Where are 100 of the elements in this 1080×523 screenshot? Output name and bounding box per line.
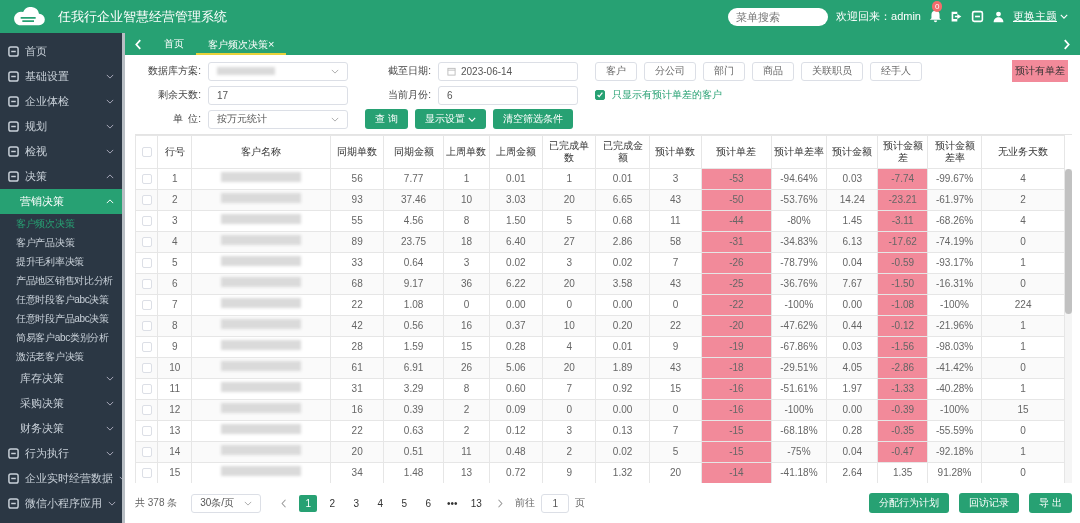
page-button[interactable]: 2 xyxy=(323,494,342,512)
menu-icon xyxy=(8,71,19,82)
month-field[interactable]: 6 xyxy=(438,85,578,105)
unit-select[interactable]: 按万元统计 xyxy=(208,109,348,129)
sidebar-link[interactable]: 提升毛利率决策 xyxy=(0,252,122,271)
sidebar-item[interactable]: 决策 xyxy=(0,164,122,189)
sidebar-link[interactable]: 客户频次决策 xyxy=(0,214,122,233)
page-button[interactable]: 3 xyxy=(347,494,366,512)
dimension-button[interactable]: 关联职员 xyxy=(801,61,863,81)
table-cell: 4 xyxy=(981,210,1065,232)
table-cell: 0.28 xyxy=(489,336,543,358)
table-cell: 1.08 xyxy=(383,294,444,316)
row-checkbox[interactable] xyxy=(141,237,152,248)
dimension-button[interactable]: 商品 xyxy=(752,61,794,81)
table-cell: -100% xyxy=(927,294,982,316)
row-checkbox[interactable] xyxy=(141,363,152,374)
scheme-select[interactable] xyxy=(208,61,348,81)
menu-search-field[interactable]: 菜单搜索 xyxy=(728,7,829,26)
row-checkbox[interactable] xyxy=(141,384,152,395)
row-checkbox[interactable] xyxy=(141,300,152,311)
dimension-button[interactable]: 部门 xyxy=(703,61,745,81)
row-checkbox[interactable] xyxy=(141,468,152,479)
dimension-button[interactable]: 经手人 xyxy=(870,61,922,81)
page-size-select[interactable]: 30条/页 xyxy=(191,493,262,513)
table-cell: -99.67% xyxy=(927,168,982,190)
table-cell: 0.12 xyxy=(489,420,543,442)
page-button[interactable]: ••• xyxy=(443,494,462,512)
sidebar-link[interactable]: 任意时段产品abc决策 xyxy=(0,309,122,328)
logout-icon[interactable] xyxy=(950,10,963,23)
fullscreen-icon[interactable] xyxy=(971,10,984,23)
sidebar-item[interactable]: 财务决策 xyxy=(0,416,122,441)
table-cell: 0 xyxy=(542,294,596,316)
row-checkbox[interactable] xyxy=(141,258,152,269)
page-unit: 页 xyxy=(575,496,586,510)
column-header: 上周金额 xyxy=(489,135,543,169)
column-header: 上周单数 xyxy=(443,135,490,169)
row-checkbox[interactable] xyxy=(141,426,152,437)
sidebar-item[interactable]: 企业实时经营数据 xyxy=(0,466,122,491)
field-label: 单 位: xyxy=(171,112,201,126)
select-all-checkbox[interactable] xyxy=(141,147,152,158)
column-header: 已完成金额 xyxy=(595,135,650,169)
row-checkbox[interactable] xyxy=(141,321,152,332)
table-cell: 7.77 xyxy=(383,168,444,190)
sidebar-item[interactable]: 规划 xyxy=(0,114,122,139)
table-cell: 5 xyxy=(157,252,192,274)
table-cell: 1.97 xyxy=(826,378,878,400)
table-cell: 0.03 xyxy=(826,168,878,190)
sidebar-item[interactable]: 微信小程序应用 xyxy=(0,491,122,516)
table-cell: 0.68 xyxy=(595,210,650,232)
table-cell: -68.18% xyxy=(771,420,827,442)
table-cell: -80% xyxy=(771,210,827,232)
page-number-field[interactable]: 1 xyxy=(541,493,570,513)
sidebar-item[interactable]: 基础设置 xyxy=(0,64,122,89)
table-cell: 0 xyxy=(981,420,1065,442)
table-cell: 5 xyxy=(542,210,596,232)
sidebar-link[interactable]: 产品地区销售对比分析 xyxy=(0,271,122,290)
sidebar-item[interactable]: 企业体检 xyxy=(0,89,122,114)
sidebar-link[interactable]: 简易客户abc类别分析 xyxy=(0,328,122,347)
dimension-button[interactable]: 分公司 xyxy=(644,61,696,81)
menu-icon xyxy=(8,498,19,509)
row-checkbox[interactable] xyxy=(141,447,152,458)
sidebar-item[interactable]: 行为执行 xyxy=(0,441,122,466)
sidebar-item[interactable]: 首页 xyxy=(0,39,122,64)
next-page-icon[interactable] xyxy=(497,498,504,508)
prev-page-icon[interactable] xyxy=(281,498,288,508)
sidebar-link[interactable]: 激活老客户决策 xyxy=(0,347,122,366)
row-checkbox[interactable] xyxy=(141,216,152,227)
column-header: 同期单数 xyxy=(330,135,384,169)
table-cell: 3 xyxy=(542,420,596,442)
row-checkbox[interactable] xyxy=(141,195,152,206)
column-header: 预计金额差率 xyxy=(927,135,982,169)
table-cell: 0.00 xyxy=(489,294,543,316)
dimension-button[interactable]: 客户 xyxy=(595,61,637,81)
row-checkbox[interactable] xyxy=(141,405,152,416)
row-checkbox[interactable] xyxy=(141,174,152,185)
bell-icon[interactable] xyxy=(929,10,942,23)
sidebar-item[interactable]: 检视 xyxy=(0,139,122,164)
table-cell: -67.86% xyxy=(771,336,827,358)
sidebar-item[interactable]: 库存决策 xyxy=(0,366,122,391)
table-cell: 3 xyxy=(443,252,490,274)
page-button[interactable]: 13 xyxy=(467,494,486,512)
table-cell: 7 xyxy=(542,378,596,400)
app-title: 任我行企业智慧经营管理系统 xyxy=(58,7,227,26)
checkbox[interactable] xyxy=(595,90,605,100)
cloud-logo-icon xyxy=(12,6,46,27)
page-button[interactable]: 4 xyxy=(371,494,390,512)
sidebar-item[interactable]: 采购决策 xyxy=(0,391,122,416)
user-icon[interactable] xyxy=(992,10,1005,23)
sidebar-link[interactable]: 客户产品决策 xyxy=(0,233,122,252)
scrollbar-thumb[interactable] xyxy=(1065,169,1072,314)
sidebar-link[interactable]: 任意时段客户abc决策 xyxy=(0,290,122,309)
row-checkbox[interactable] xyxy=(141,279,152,290)
table-cell: 31 xyxy=(330,378,384,400)
page-button[interactable]: 5 xyxy=(395,494,414,512)
days-field[interactable]: 17 xyxy=(208,85,348,105)
column-header: 预计金额差 xyxy=(878,135,928,169)
page-button[interactable]: 6 xyxy=(419,494,438,512)
calendar-icon xyxy=(447,66,456,76)
row-checkbox[interactable] xyxy=(141,342,152,353)
date-field[interactable]: 2023-06-14 xyxy=(438,61,578,81)
